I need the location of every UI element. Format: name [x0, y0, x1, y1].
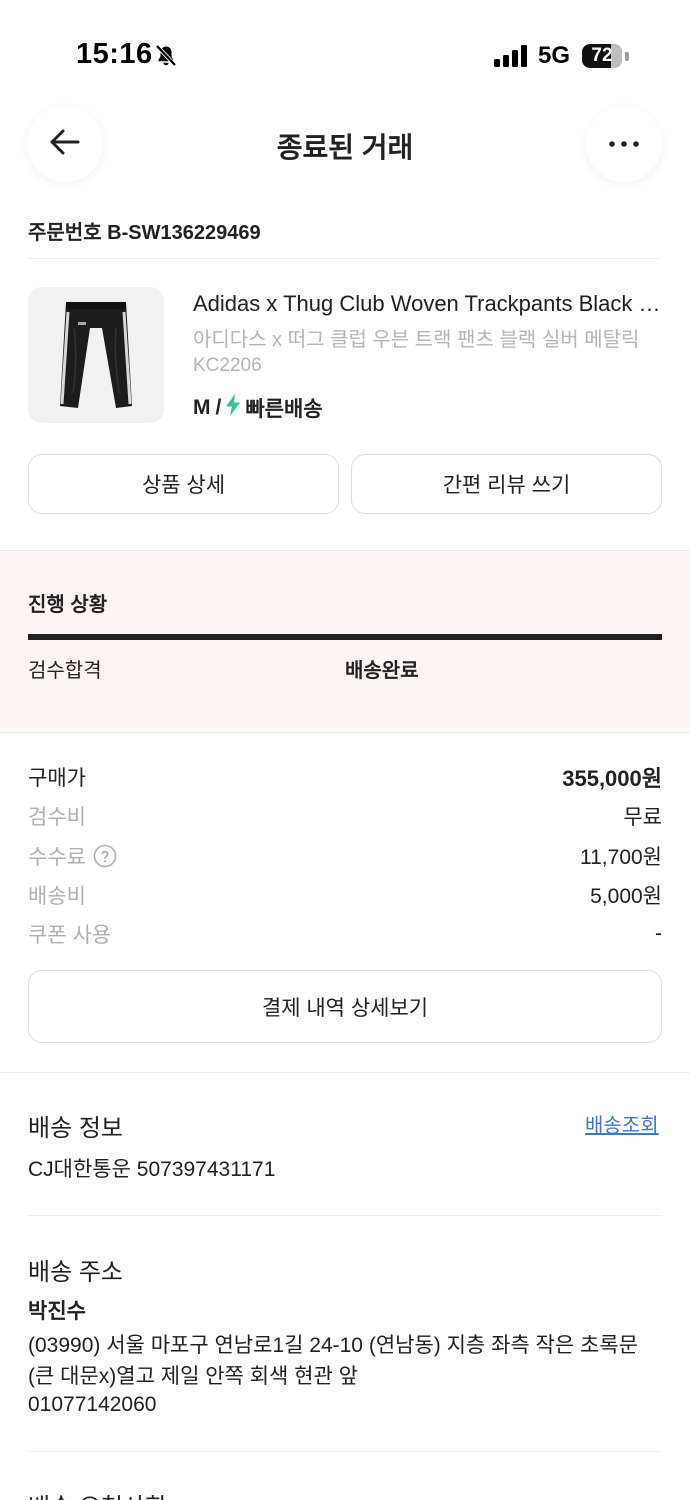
track-delivery-link[interactable]: 배송조회 — [585, 1109, 659, 1138]
help-circle-icon[interactable] — [93, 844, 117, 868]
price-label: 배송비 — [28, 885, 86, 908]
order-number: 주문번호 B-SW136229469 — [28, 216, 261, 245]
trackpants-image — [60, 301, 132, 408]
price-label: 쿠폰 사용 — [28, 924, 112, 947]
product-code: KC2206 — [193, 355, 262, 376]
shipping-info-title: 배송 정보 — [28, 1115, 123, 1142]
divider — [28, 1215, 662, 1216]
more-button[interactable] — [586, 106, 662, 182]
price-value: 5,000원 — [590, 885, 662, 908]
battery-level: 72 — [591, 45, 613, 66]
price-row-shipping-fee: 배송비 5,000원 — [28, 880, 662, 910]
product-name[interactable]: Adidas x Thug Club Woven Trackpants Blac… — [193, 291, 663, 317]
battery-tip — [625, 52, 629, 61]
product-image[interactable] — [28, 287, 164, 423]
price-row-purchase: 구매가 355,000원 — [28, 761, 662, 793]
product-detail-button[interactable]: 상품 상세 — [28, 454, 339, 514]
payment-detail-button[interactable]: 결제 내역 상세보기 — [28, 970, 662, 1043]
status-bar: 15:16 5G 72 — [0, 0, 690, 110]
status-time: 15:16 — [76, 38, 153, 70]
carrier-tracking-number: CJ대한통운 507397431171 — [28, 1158, 276, 1181]
step-delivered: 배송완료 — [345, 660, 419, 682]
progress-section: 진행 상황 검수합격 배송완료 — [0, 550, 690, 733]
divider — [28, 258, 662, 259]
order-number-value: B-SW136229469 — [107, 222, 261, 244]
progress-bar — [28, 634, 662, 640]
bell-muted-icon — [154, 44, 178, 73]
price-value: 무료 — [623, 806, 662, 829]
product-name-korean: 아디다스 x 떠그 클럽 우븐 트랙 팬츠 블랙 실버 메탈릭 — [193, 329, 640, 351]
recipient-phone: 01077142060 — [28, 1393, 157, 1416]
price-label: 수수료 — [28, 846, 86, 869]
lightning-icon — [225, 394, 241, 422]
product-option: M / 빠른배송 — [193, 393, 323, 423]
shipping-address-title: 배송 주소 — [28, 1259, 123, 1286]
more-horizontal-icon — [608, 135, 640, 153]
divider — [28, 1451, 662, 1452]
price-row-coupon: 쿠폰 사용 - — [28, 919, 662, 949]
price-label: 구매가 — [28, 767, 86, 790]
section-divider — [0, 1072, 690, 1073]
fast-delivery-label: 빠른배송 — [245, 398, 323, 421]
price-label: 검수비 — [28, 806, 86, 829]
address-text: (03990) 서울 마포구 연남로1길 24-10 (연남동) 지층 좌측 작… — [28, 1334, 638, 1388]
price-row-inspection-fee: 검수비 무료 — [28, 801, 662, 831]
recipient-name: 박진수 — [28, 1300, 86, 1323]
product-size: M — [193, 396, 211, 419]
quick-review-button[interactable]: 간편 리뷰 쓰기 — [351, 454, 662, 514]
price-value: - — [655, 922, 662, 945]
network-type: 5G — [538, 42, 571, 69]
delivery-request-title: 배송 요청사항 — [28, 1487, 167, 1500]
price-value: 355,000원 — [562, 766, 662, 791]
battery-icon: 72 — [582, 44, 622, 68]
cellular-signal-icon — [494, 45, 528, 72]
step-inspection-passed: 검수합격 — [28, 660, 102, 682]
progress-title: 진행 상황 — [28, 594, 108, 616]
price-row-commission: 수수료 11,700원 — [28, 841, 662, 871]
price-value: 11,700원 — [580, 846, 662, 869]
order-number-label: 주문번호 — [28, 222, 102, 244]
option-separator: / — [215, 396, 222, 419]
